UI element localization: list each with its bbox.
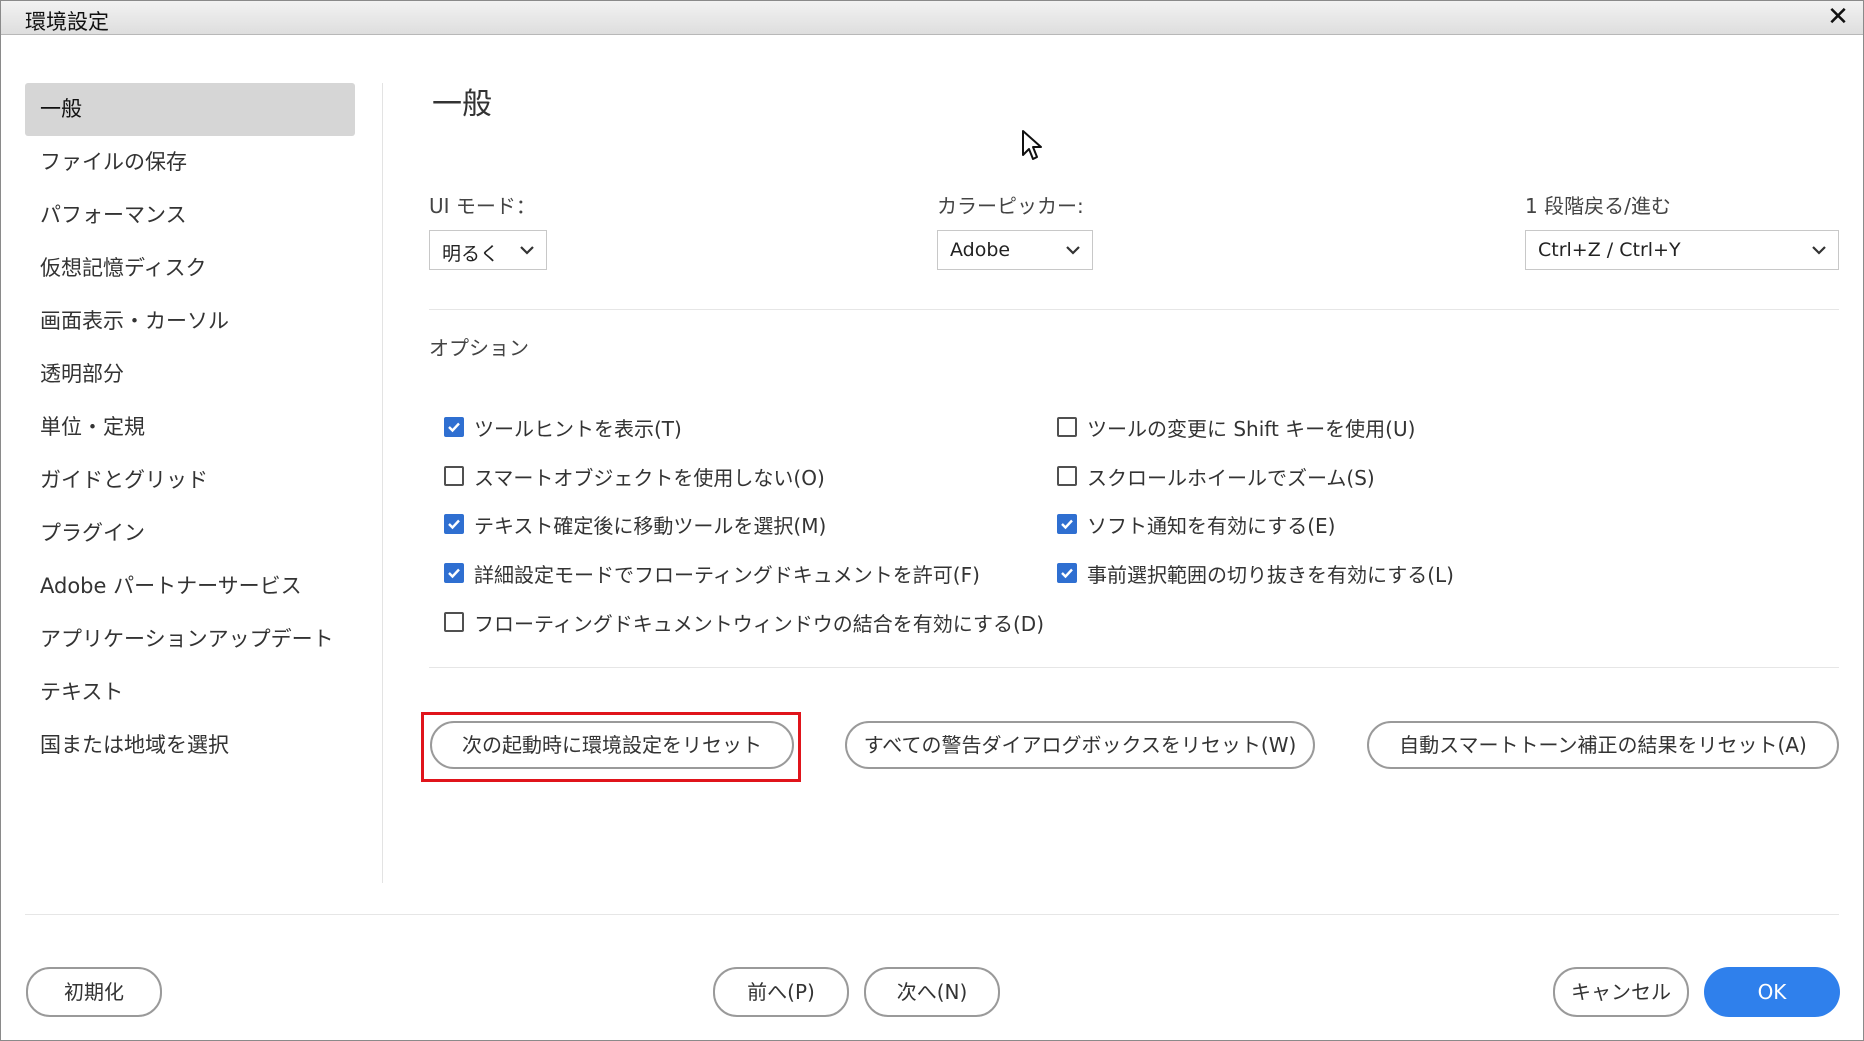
window-title: 環境設定 bbox=[25, 10, 109, 34]
reset-preferences-button[interactable]: 次の起動時に環境設定をリセット bbox=[430, 721, 794, 769]
option-label: フローティングドキュメントウィンドウの結合を有効にする(D) bbox=[474, 612, 1045, 636]
divider bbox=[429, 667, 1839, 668]
ok-button[interactable]: OK bbox=[1704, 967, 1840, 1017]
chevron-down-icon bbox=[1066, 246, 1080, 255]
checkbox-unchecked[interactable] bbox=[1057, 466, 1077, 486]
sidebar-item-text[interactable]: テキスト bbox=[25, 666, 355, 719]
cancel-button[interactable]: キャンセル bbox=[1553, 967, 1689, 1017]
sidebar: 一般 ファイルの保存 パフォーマンス 仮想記憶ディスク 画面表示・カーソル 透明… bbox=[25, 83, 355, 772]
checkbox-checked[interactable] bbox=[1057, 563, 1077, 583]
option-label: ツールの変更に Shift キーを使用(U) bbox=[1087, 417, 1416, 441]
option-label: スクロールホイールでズーム(S) bbox=[1087, 466, 1375, 490]
ui-mode-select[interactable]: 明るく bbox=[429, 230, 547, 270]
check-icon bbox=[1061, 568, 1073, 579]
sidebar-item-display-cursor[interactable]: 画面表示・カーソル bbox=[25, 295, 355, 348]
sidebar-item-partner-services[interactable]: Adobe パートナーサービス bbox=[25, 560, 355, 613]
checkbox-checked[interactable] bbox=[444, 514, 464, 534]
checkbox-unchecked[interactable] bbox=[444, 612, 464, 632]
option-label: テキスト確定後に移動ツールを選択(M) bbox=[474, 514, 827, 538]
preferences-dialog: 環境設定 ✕ 一般 ファイルの保存 パフォーマンス 仮想記憶ディスク 画面表示・… bbox=[0, 0, 1864, 1041]
option-label: ツールヒントを表示(T) bbox=[474, 417, 682, 441]
checkbox-checked[interactable] bbox=[1057, 514, 1077, 534]
reset-all-button[interactable]: 初期化 bbox=[26, 967, 162, 1017]
sidebar-item-region[interactable]: 国または地域を選択 bbox=[25, 719, 355, 772]
prev-button[interactable]: 前へ(P) bbox=[713, 967, 849, 1017]
undo-label: 1 段階戻る/進む bbox=[1525, 194, 1671, 218]
ui-mode-label: UI モード： bbox=[429, 194, 536, 218]
option-label: 詳細設定モードでフローティングドキュメントを許可(F) bbox=[474, 563, 980, 587]
check-icon bbox=[448, 519, 460, 530]
ui-mode-value: 明るく bbox=[442, 243, 500, 265]
checkbox-unchecked[interactable] bbox=[1057, 417, 1077, 437]
sidebar-item-guides-grid[interactable]: ガイドとグリッド bbox=[25, 454, 355, 507]
sidebar-divider bbox=[382, 83, 383, 883]
chevron-down-icon bbox=[1812, 246, 1826, 255]
checkbox-checked[interactable] bbox=[444, 417, 464, 437]
sidebar-item-transparency[interactable]: 透明部分 bbox=[25, 348, 355, 401]
check-icon bbox=[448, 568, 460, 579]
option-label: スマートオブジェクトを使用しない(O) bbox=[474, 466, 825, 490]
sidebar-item-performance[interactable]: パフォーマンス bbox=[25, 189, 355, 242]
page-title: 一般 bbox=[432, 87, 492, 122]
reset-warnings-button[interactable]: すべての警告ダイアログボックスをリセット(W) bbox=[845, 721, 1315, 769]
title-bar: 環境設定 ✕ bbox=[1, 1, 1863, 35]
options-section-label: オプション bbox=[429, 336, 529, 360]
check-icon bbox=[1061, 519, 1073, 530]
chevron-down-icon bbox=[520, 246, 534, 255]
checkbox-unchecked[interactable] bbox=[444, 466, 464, 486]
check-icon bbox=[448, 422, 460, 433]
color-picker-value: Adobe bbox=[950, 239, 1011, 261]
reset-auto-tone-button[interactable]: 自動スマートトーン補正の結果をリセット(A) bbox=[1367, 721, 1839, 769]
close-icon[interactable]: ✕ bbox=[1823, 2, 1853, 32]
sidebar-item-units-rulers[interactable]: 単位・定規 bbox=[25, 401, 355, 454]
color-picker-select[interactable]: Adobe bbox=[937, 230, 1093, 270]
color-picker-label: カラーピッカー: bbox=[937, 194, 1084, 218]
checkbox-checked[interactable] bbox=[444, 563, 464, 583]
footer-divider bbox=[25, 914, 1839, 915]
sidebar-item-plugins[interactable]: プラグイン bbox=[25, 507, 355, 560]
sidebar-item-file-save[interactable]: ファイルの保存 bbox=[25, 136, 355, 189]
mouse-pointer-icon bbox=[1022, 130, 1042, 160]
sidebar-item-general[interactable]: 一般 bbox=[25, 83, 355, 136]
undo-shortcut-value: Ctrl+Z / Ctrl+Y bbox=[1538, 239, 1681, 261]
option-label: 事前選択範囲の切り抜きを有効にする(L) bbox=[1087, 563, 1454, 587]
divider bbox=[429, 309, 1839, 310]
undo-shortcut-select[interactable]: Ctrl+Z / Ctrl+Y bbox=[1525, 230, 1839, 270]
next-button[interactable]: 次へ(N) bbox=[864, 967, 1000, 1017]
sidebar-item-scratch-disk[interactable]: 仮想記憶ディスク bbox=[25, 242, 355, 295]
sidebar-item-app-update[interactable]: アプリケーションアップデート bbox=[25, 613, 355, 666]
option-label: ソフト通知を有効にする(E) bbox=[1087, 514, 1336, 538]
